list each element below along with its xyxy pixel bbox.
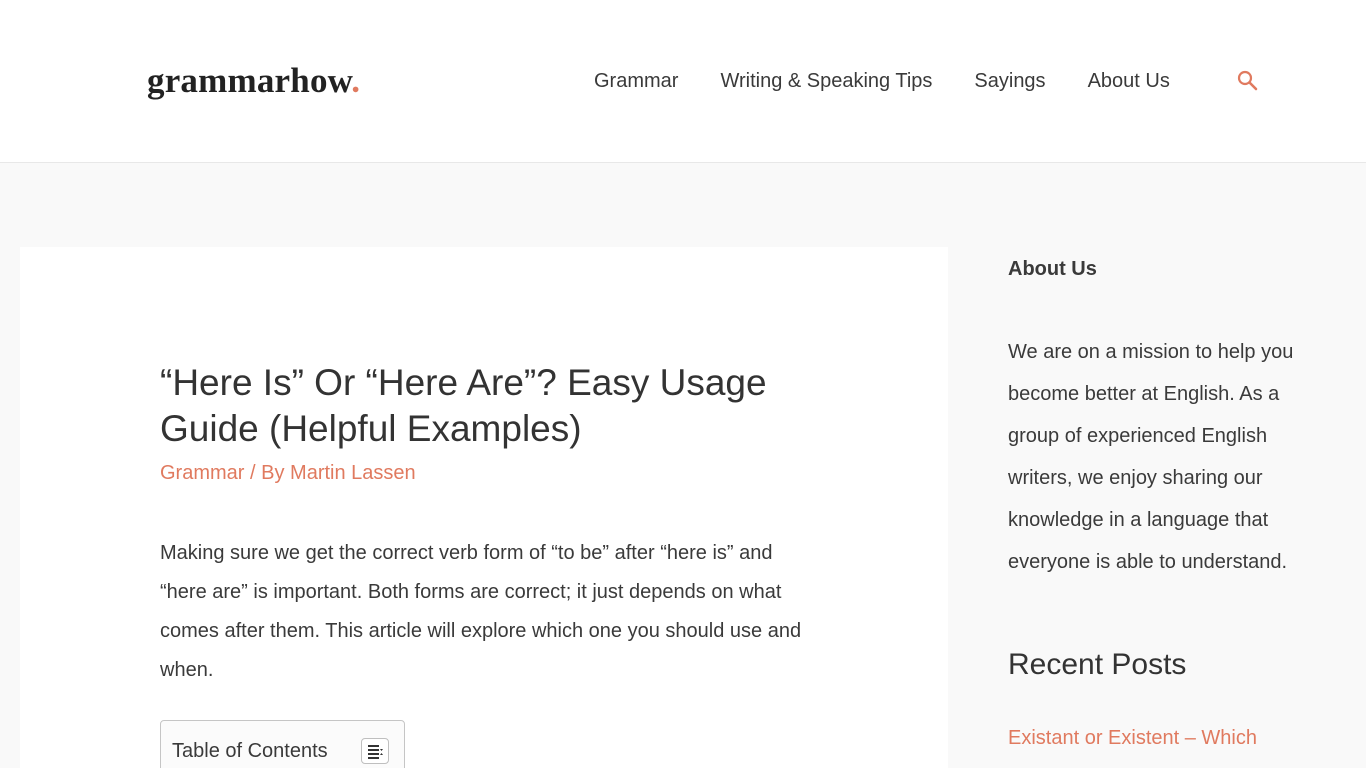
- meta-separator: / By: [244, 462, 291, 484]
- nav-item-sayings[interactable]: Sayings: [974, 66, 1045, 96]
- logo-text: grammarhow: [147, 61, 352, 100]
- nav-item-about-us[interactable]: About Us: [1088, 66, 1170, 96]
- toc-title: Table of Contents: [172, 740, 328, 762]
- search-button[interactable]: [1236, 69, 1260, 93]
- about-us-text: We are on a mission to help you become b…: [1008, 341, 1294, 573]
- toc-toggle-button[interactable]: [361, 738, 389, 764]
- recent-post-link[interactable]: Existant or Existent – Which: [1008, 725, 1257, 751]
- site-header: grammarhow. Grammar Writing & Speaking T…: [0, 0, 1366, 163]
- logo-dot: .: [351, 61, 361, 100]
- article-title: “Here Is” Or “Here Are”? Easy Usage Guid…: [160, 362, 767, 449]
- recent-posts-heading: Recent Posts: [1008, 648, 1187, 681]
- primary-nav: Grammar Writing & Speaking Tips Sayings …: [594, 66, 1170, 96]
- nav-item-writing-speaking-tips[interactable]: Writing & Speaking Tips: [720, 66, 932, 96]
- list-toggle-icon: [368, 745, 383, 759]
- about-us-heading: About Us: [1008, 258, 1097, 280]
- category-link[interactable]: Grammar: [160, 462, 244, 484]
- article-card: “Here Is” Or “Here Are”? Easy Usage Guid…: [20, 247, 948, 768]
- author-link[interactable]: Martin Lassen: [290, 462, 416, 484]
- nav-item-grammar[interactable]: Grammar: [594, 66, 678, 96]
- article-intro: Making sure we get the correct verb form…: [160, 542, 802, 681]
- search-icon: [1237, 70, 1258, 91]
- article-meta: Grammar / By Martin Lassen: [160, 460, 416, 486]
- site-logo[interactable]: grammarhow.: [147, 57, 360, 105]
- table-of-contents: Table of Contents: [160, 720, 405, 768]
